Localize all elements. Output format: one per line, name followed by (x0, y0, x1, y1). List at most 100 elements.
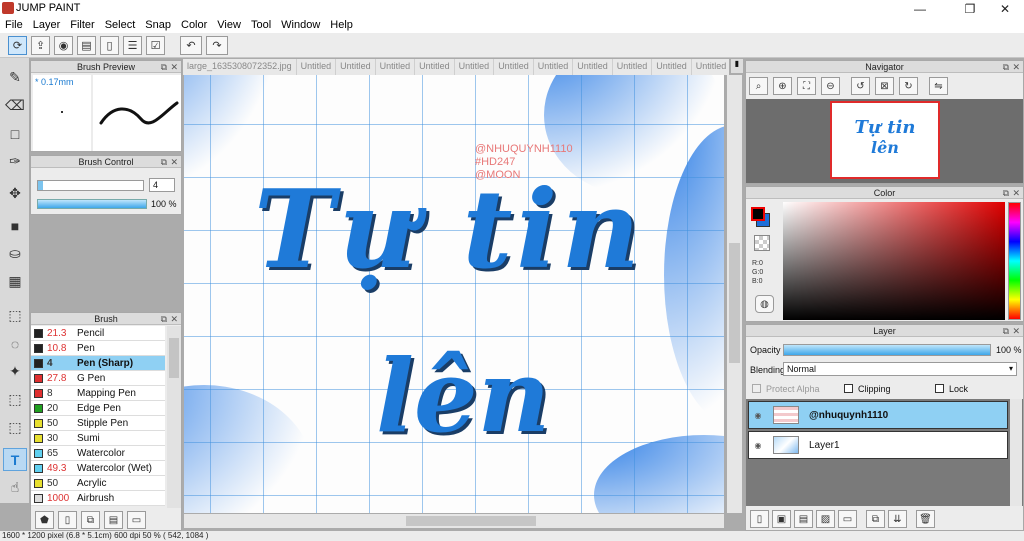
document-tab[interactable]: Untitled (376, 59, 416, 75)
brush-copy-icon[interactable]: ⧉ (81, 511, 100, 529)
close-window-button[interactable]: ✕ (988, 0, 1022, 17)
menu-file[interactable]: File (0, 19, 28, 31)
panel-float-icon[interactable]: ⧉ (1003, 325, 1009, 337)
new-layer-icon[interactable]: ▯ (750, 510, 769, 528)
panel-close-icon[interactable]: ✕ (1012, 61, 1020, 73)
brush-size-input[interactable]: 4 (149, 178, 175, 192)
brush-list-scrollbar[interactable] (167, 326, 181, 508)
canvas-vertical-scrollbar[interactable] (727, 75, 742, 513)
brush-item[interactable]: 49.3 Watercolor (Wet) (31, 461, 165, 476)
panel-close-icon[interactable]: ✕ (170, 61, 178, 73)
new-halftone-layer-icon[interactable]: ▨ (816, 510, 835, 528)
eraser-tool-icon[interactable]: ⌫ (3, 94, 27, 117)
layer-row[interactable]: ◉ @nhuquynh1110 (748, 401, 1008, 429)
export-icon[interactable]: ⇪ (31, 36, 50, 55)
cursor-icon[interactable]: ⟳ (8, 36, 27, 55)
brush-item[interactable]: 50 Stipple Pen (31, 416, 165, 431)
menu-filter[interactable]: Filter (65, 19, 99, 31)
menu-snap[interactable]: Snap (140, 19, 176, 31)
panel-close-icon[interactable]: ✕ (170, 313, 178, 325)
brush-item[interactable]: 4 Pen (Sharp) (31, 356, 165, 371)
panel-float-icon[interactable]: ⧉ (161, 61, 167, 73)
select-rect-tool-icon[interactable]: ⬚ (3, 304, 27, 327)
visibility-eye-icon[interactable]: ◉ (749, 411, 767, 420)
undo-button[interactable]: ↶ (180, 36, 202, 55)
comment-icon[interactable]: ◉ (54, 36, 73, 55)
layer-list-scrollbar[interactable] (1010, 399, 1022, 506)
brush-tool-icon[interactable]: ✎ (3, 66, 27, 89)
gradient-tool-icon[interactable]: ▦ (3, 270, 27, 293)
panel-float-icon[interactable]: ⧉ (161, 313, 167, 325)
hand-tool-icon[interactable]: ☝ (3, 476, 27, 499)
move-tool-icon[interactable]: ✥ (3, 182, 27, 205)
brush-settings-icon[interactable]: ▤ (104, 511, 123, 529)
menu-help[interactable]: Help (325, 19, 358, 31)
fit-icon[interactable]: ⛶ (797, 77, 816, 95)
document-tab[interactable]: Untitled (455, 59, 495, 75)
brush-item[interactable]: 30 Sumi (31, 431, 165, 446)
pen-tool-icon[interactable]: ✑ (3, 150, 27, 173)
blending-select[interactable]: Normal ▾ (783, 362, 1017, 376)
duplicate-layer-icon[interactable]: ⧉ (866, 510, 885, 528)
menu-view[interactable]: View (212, 19, 246, 31)
brush-item[interactable]: 21.3 Pencil (31, 326, 165, 341)
maximize-button[interactable]: ❐ (953, 0, 987, 17)
brush-item[interactable]: 10.8 Pen (31, 341, 165, 356)
reset-icon[interactable]: ⊠ (875, 77, 894, 95)
document-tab[interactable]: Untitled (415, 59, 455, 75)
panel-float-icon[interactable]: ⧉ (1003, 187, 1009, 199)
panel-close-icon[interactable]: ✕ (170, 156, 178, 168)
palette-icon[interactable]: ◍ (755, 295, 774, 313)
document-tab[interactable]: Untitled (613, 59, 653, 75)
brush-folder-icon[interactable]: ▭ (127, 511, 146, 529)
list-icon[interactable]: ☰ (123, 36, 142, 55)
brush-opacity-slider[interactable] (37, 199, 147, 209)
zoom-in-icon[interactable]: ⊕ (773, 77, 792, 95)
menu-layer[interactable]: Layer (28, 19, 66, 31)
delete-layer-icon[interactable]: 🗑 (916, 510, 935, 528)
minimize-button[interactable]: — (903, 0, 937, 17)
document-tab[interactable]: Untitled (494, 59, 534, 75)
menu-window[interactable]: Window (276, 19, 325, 31)
document-tab[interactable]: Untitled (297, 59, 337, 75)
panel-float-icon[interactable]: ⧉ (161, 156, 167, 168)
brush-item[interactable]: 8 Mapping Pen (31, 386, 165, 401)
lasso-tool-icon[interactable]: ◌ (3, 332, 27, 355)
bucket-tool-icon[interactable]: ⛀ (3, 242, 27, 265)
brush-item[interactable]: 27.8 G Pen (31, 371, 165, 386)
color-saturation-field[interactable] (783, 202, 1005, 320)
new-text-layer-icon[interactable]: ▤ (794, 510, 813, 528)
brush-size-slider[interactable] (37, 180, 144, 191)
merge-layer-icon[interactable]: ⇊ (888, 510, 907, 528)
visibility-eye-icon[interactable]: ◉ (749, 441, 767, 450)
document-tab[interactable]: Untitled (336, 59, 376, 75)
menu-tool[interactable]: Tool (246, 19, 276, 31)
drawing-canvas[interactable]: Tự tin lên @NHUQUYNH1110 #HD247 @MOON (184, 75, 724, 513)
document-tab[interactable]: large_1635308072352.jpg (183, 59, 297, 75)
clipping-checkbox[interactable] (844, 384, 853, 393)
new-raster-layer-icon[interactable]: ▣ (772, 510, 791, 528)
magic-wand-tool-icon[interactable]: ✦ (3, 360, 27, 383)
document-tab[interactable]: Untitled (692, 59, 729, 75)
text-tool-icon[interactable]: T (3, 448, 27, 471)
panel-float-icon[interactable]: ⧉ (1003, 61, 1009, 73)
canvas-horizontal-scrollbar[interactable] (184, 514, 724, 528)
panel-close-icon[interactable]: ✕ (1012, 187, 1020, 199)
menu-color[interactable]: Color (176, 19, 212, 31)
rotate-left-icon[interactable]: ↺ (851, 77, 870, 95)
checklist-icon[interactable]: ☑ (146, 36, 165, 55)
document-tab[interactable]: Untitled (534, 59, 574, 75)
panel-close-icon[interactable]: ✕ (1012, 325, 1020, 337)
navigator-view[interactable]: Tự tin lên (746, 99, 1023, 183)
brush-item[interactable]: 1000 Airbrush (31, 491, 165, 506)
document-tab[interactable]: Untitled (573, 59, 613, 75)
layer-opacity-slider[interactable] (783, 344, 991, 356)
fill-shape-tool-icon[interactable]: ■ (3, 214, 27, 237)
tabs-scroll-icon[interactable]: ▮ (731, 59, 743, 73)
brush-new-icon[interactable]: ▯ (58, 511, 77, 529)
rectangle-tool-icon[interactable]: □ (3, 122, 27, 145)
page-icon[interactable]: ▯ (100, 36, 119, 55)
redo-button[interactable]: ↷ (206, 36, 228, 55)
zoom-out-icon[interactable]: ⊖ (821, 77, 840, 95)
lock-checkbox[interactable] (935, 384, 944, 393)
